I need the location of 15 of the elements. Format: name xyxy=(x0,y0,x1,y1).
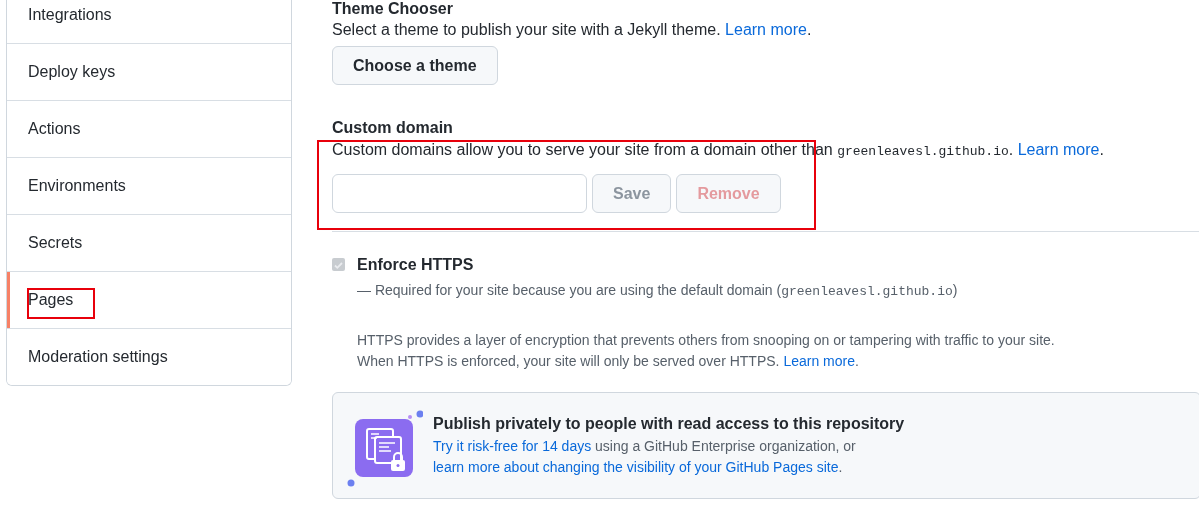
enforce-https-label: Enforce HTTPS xyxy=(357,255,475,275)
section-heading: Custom domain xyxy=(332,118,454,138)
choose-theme-button[interactable]: Choose a theme xyxy=(332,46,498,85)
callout-text: Try it risk-free for 14 days using a GitHub Enterprise organization, or learn more about changing the visibility of your GitHub Pages site. xyxy=(433,437,857,477)
sidebar-item[interactable]: Moderation settings xyxy=(7,328,291,385)
description-text: Select a theme to publish your site with a Jekyll theme. Learn more. xyxy=(332,20,813,40)
section-heading: Theme Chooser xyxy=(332,0,454,18)
info-text: HTTPS provides a layer of encryption that prevents others from snooping on or tampering with traffic to your site. When HTTPS is enforced, your site will only be served over HTTPS. Learn more. xyxy=(357,331,1056,371)
sidebar-item[interactable]: Pages xyxy=(7,271,291,328)
learn-more-link[interactable]: Learn more xyxy=(1017,141,1100,158)
domain-input-field[interactable] xyxy=(332,174,587,213)
learn-more-link[interactable]: Learn more xyxy=(725,21,807,38)
note-text: — Required for your site because you are using the default domain (greenleavesl.github.io) xyxy=(357,281,959,301)
callout-title: Publish privately to people with read access to this repository xyxy=(433,414,906,434)
trial-link[interactable]: Try it risk-free for 14 days xyxy=(433,438,592,454)
